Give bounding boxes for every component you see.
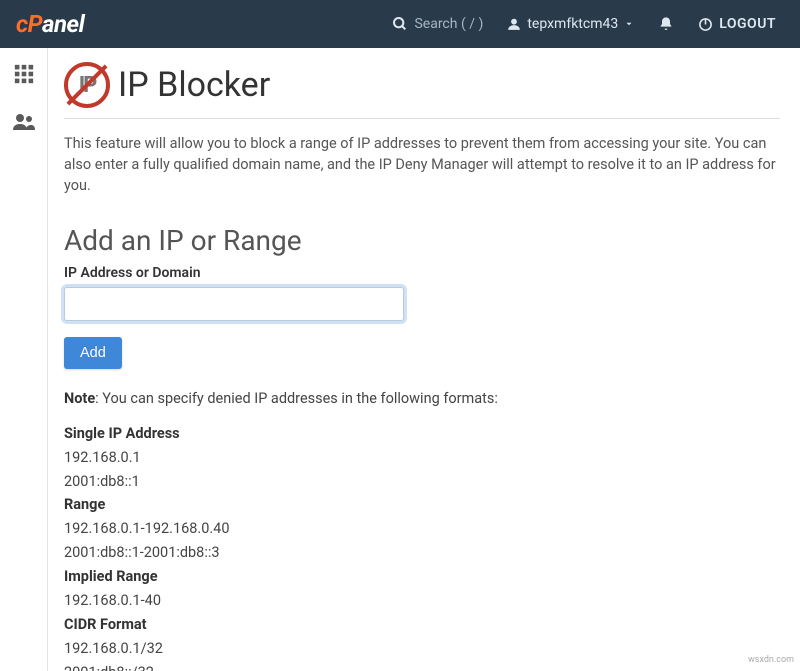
page-header: IP IP Blocker — [64, 62, 780, 119]
format-example: 2001:db8::1 — [64, 473, 140, 490]
note-prefix: Note — [64, 390, 95, 407]
formats-list: Single IP Address192.168.0.12001:db8::1R… — [64, 422, 780, 671]
format-example: 2001:db8::/32 — [64, 664, 154, 671]
navbar: cPanel Search ( / ) tepxmfktcm43 LOGOUT — [0, 0, 800, 48]
format-title: Single IP Address — [64, 425, 180, 442]
notifications-button[interactable] — [646, 0, 686, 48]
format-title: Range — [64, 496, 105, 513]
watermark: wsxdn.com — [748, 655, 794, 665]
add-button[interactable]: Add — [64, 337, 122, 369]
logout-icon — [698, 17, 713, 32]
user-icon — [507, 17, 521, 31]
sidebar — [0, 48, 48, 671]
chevron-down-icon — [624, 19, 634, 29]
format-title: CIDR Format — [64, 616, 147, 633]
feature-description: This feature will allow you to block a r… — [64, 133, 780, 196]
format-example: 192.168.0.1-40 — [64, 592, 161, 609]
format-example: 192.168.0.1 — [64, 449, 141, 466]
search-placeholder: Search ( / ) — [414, 16, 483, 32]
users-icon — [12, 110, 36, 138]
format-title: Implied Range — [64, 568, 158, 585]
logout-label: LOGOUT — [719, 16, 776, 32]
content-area: IP IP Blocker This feature will allow yo… — [48, 48, 800, 671]
bell-icon — [658, 16, 674, 32]
note-line: Note: You can specify denied IP addresse… — [64, 387, 780, 412]
sidebar-apps-button[interactable] — [8, 60, 40, 92]
page-title: IP Blocker — [118, 65, 270, 105]
search-icon — [392, 16, 408, 32]
section-title: Add an IP or Range — [64, 224, 780, 257]
sidebar-users-button[interactable] — [8, 108, 40, 140]
brand-rest: anel — [42, 10, 84, 38]
ip-address-input[interactable] — [64, 287, 404, 321]
ip-blocker-icon: IP — [64, 62, 110, 108]
brand-cp: cP — [16, 10, 42, 38]
grid-icon — [13, 63, 35, 89]
ip-field-label: IP Address or Domain — [64, 265, 780, 281]
format-example: 192.168.0.1/32 — [64, 640, 163, 657]
username-label: tepxmfktcm43 — [527, 16, 618, 32]
format-example: 192.168.0.1-192.168.0.40 — [64, 520, 229, 537]
search-control[interactable]: Search ( / ) — [380, 0, 495, 48]
brand-logo[interactable]: cPanel — [8, 10, 92, 38]
user-menu[interactable]: tepxmfktcm43 — [495, 0, 646, 48]
note-text: : You can specify denied IP addresses in… — [95, 390, 498, 407]
logout-button[interactable]: LOGOUT — [686, 0, 788, 48]
format-example: 2001:db8::1-2001:db8::3 — [64, 544, 220, 561]
